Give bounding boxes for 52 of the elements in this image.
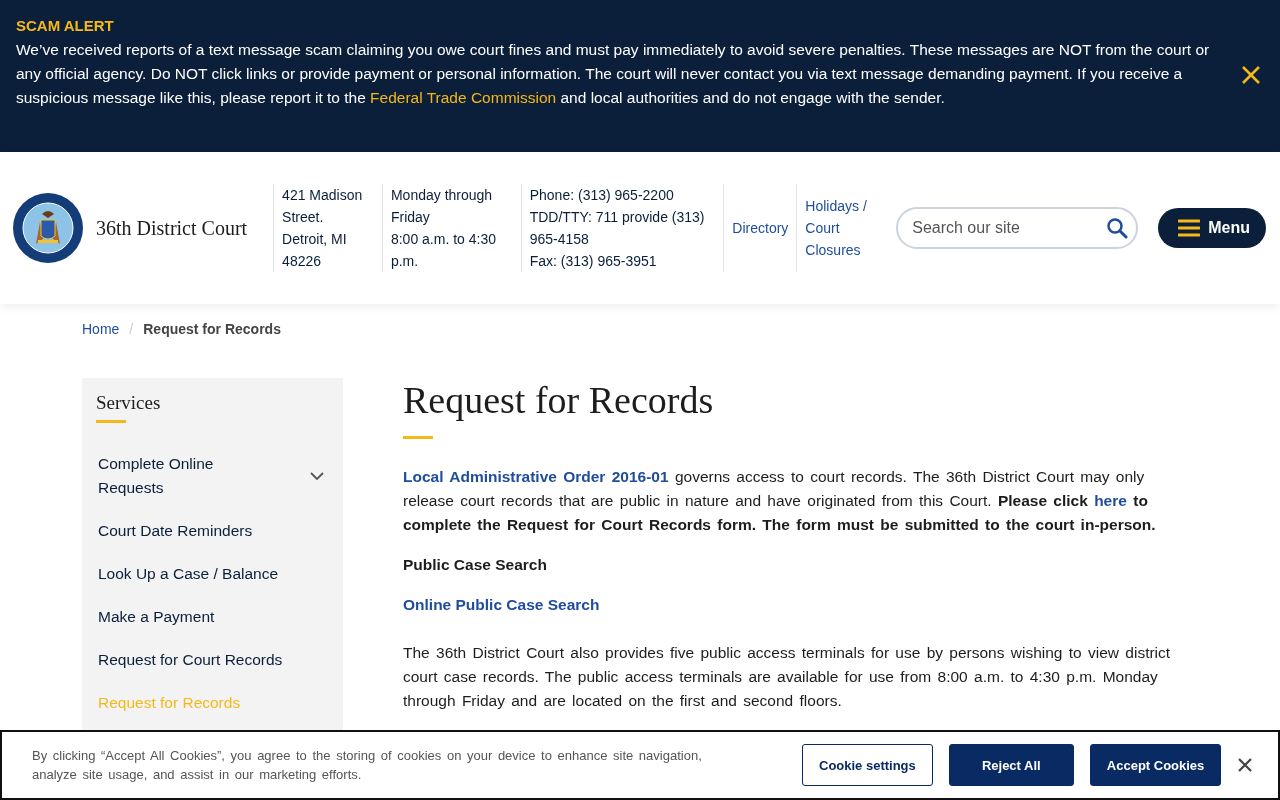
sidebar-item[interactable]: Make a Payment xyxy=(96,596,327,639)
sidebar-item-label: Complete Online Requests xyxy=(98,454,215,498)
cookie-message: By clicking “Accept All Cookies”, you agree to the storing of cookies on your device to enhance site navigation, analyze site usage, and assist in our marketing efforts. xyxy=(32,747,703,784)
contact-info-line: TDD/TTY: 711 provide (313) xyxy=(529,208,706,227)
sidebar-item[interactable]: Complete Online Requests xyxy=(96,443,327,510)
case-search-link[interactable]: Online Public Case Search xyxy=(403,593,600,617)
sidebar-item[interactable]: Court Date Reminders xyxy=(96,510,327,553)
cookie-button[interactable]: Accept Cookies xyxy=(1089,744,1222,786)
contact-info-line: 965-4158 xyxy=(529,230,590,249)
cookie-button[interactable]: Cookie settings xyxy=(802,744,933,786)
contact-info-line: 8:00 a.m. to 4:30 xyxy=(390,230,497,249)
ftc-link[interactable]: Federal Trade Commission xyxy=(370,89,557,106)
chevron-down-icon[interactable] xyxy=(309,471,325,481)
sidebar-title: Services xyxy=(96,392,161,414)
sidebar-item-label: Make a Payment xyxy=(98,607,215,627)
body-paragraph: Local Administrative Order 2016-01 governs access to court records. The 36th District Court may only release court records that are public in nature and have originated from this Court. Please click here to complete the Request for Court Records form. The form must be submitted to the court in-person. xyxy=(403,467,1157,535)
contact-info-line: 48226 xyxy=(282,252,323,271)
text-link[interactable]: here xyxy=(1094,492,1127,509)
alert-message: We’ve received reports of a text message scam claiming you owe court fines and must pay immediately to avoid severe penalties. These messages are NOT from the court or any official agency. Do NOT click links or provide payment or personal information. The court will never contact you via text message demanding payment. If you receive a suspicious message like this, please report it to the Federal Trade Commission and local authorities and do not engage with the sender. xyxy=(16,40,1211,108)
site-name[interactable]: 36th District Court xyxy=(96,216,248,240)
text-link[interactable]: Local Administrative Order 2016-01 xyxy=(403,468,669,485)
page-title: Request for Records xyxy=(403,378,714,422)
alert-title: SCAM ALERT xyxy=(16,17,115,34)
search-icon[interactable] xyxy=(1106,217,1129,239)
seal-drawing xyxy=(12,192,84,264)
contact-info-line: Phone: (313) 965-2200 xyxy=(529,186,675,205)
contact-info-line: Friday xyxy=(390,208,431,227)
body-paragraph: The 36th District Court also provides five public access terminals for use by persons wishing to view district court case records. The public access terminals are available for use from 8:00 a.m. to 4:30 p.m. Monday through Friday and are located on the first and second floors. xyxy=(403,643,1172,711)
contact-info-line: Monday through xyxy=(390,186,494,205)
menu-icon xyxy=(1178,219,1201,237)
contact-info-line: Detroit, MI xyxy=(282,230,348,249)
close-icon[interactable] xyxy=(1240,64,1262,86)
breadcrumb-separator: / xyxy=(129,321,134,337)
contact-info-line: 421 Madison xyxy=(282,186,364,205)
section-heading: Public Case Search xyxy=(403,555,547,575)
sidebar-item[interactable]: Request for Court Records xyxy=(96,639,327,682)
header-link[interactable]: Holidays / Court Closures xyxy=(796,184,889,272)
sidebar-item-label: Look Up a Case / Balance xyxy=(98,564,279,584)
search-field[interactable]: Search our site xyxy=(896,207,1139,249)
header-link[interactable]: Directory xyxy=(723,184,797,272)
breadcrumb-link[interactable]: Request for Records xyxy=(143,321,281,337)
contact-info-line: p.m. xyxy=(390,252,420,271)
sidebar-item-label: Request for Court Records xyxy=(98,650,283,670)
sidebar-item[interactable]: Look Up a Case / Balance xyxy=(96,553,327,596)
menu-button[interactable]: Menu xyxy=(1158,208,1266,248)
breadcrumb-link[interactable]: Home xyxy=(82,321,120,337)
close-icon[interactable] xyxy=(1238,758,1252,772)
cookie-button[interactable]: Reject All xyxy=(948,744,1074,786)
sidebar-item-label: Request for Records xyxy=(98,693,241,713)
sidebar-item-label: Court Date Reminders xyxy=(98,521,253,541)
contact-info-line: Street. xyxy=(282,208,325,227)
contact-info-line: Fax: (313) 965-3951 xyxy=(529,252,658,271)
